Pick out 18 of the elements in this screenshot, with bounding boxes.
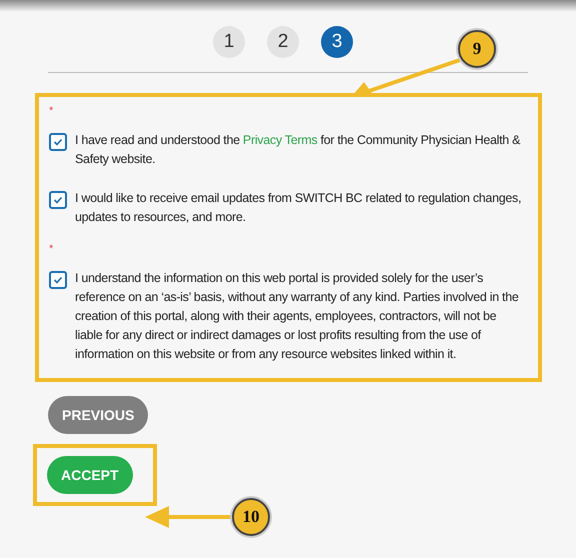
consent-text: I would like to receive email updates from SWITCH BC related to regulation changes, updates to resources, and more. <box>75 190 522 226</box>
previous-button[interactable]: PREVIOUS <box>48 396 148 434</box>
step-indicator[interactable]: 2 <box>267 26 299 58</box>
callout-badge: 10 <box>232 498 270 536</box>
checkbox[interactable] <box>49 133 67 151</box>
required-mark: * <box>49 105 54 117</box>
required-mark: * <box>49 243 54 255</box>
privacy-link[interactable]: Privacy Terms <box>242 133 318 147</box>
check-icon <box>53 137 63 147</box>
check-icon <box>53 275 63 285</box>
step-indicator[interactable]: 1 <box>213 26 245 58</box>
consent-text: I understand the information on this web portal is provided solely for the user’s reference on an ‘as-is’ basis, without any warranty of any kind. Parties involved in the creation of this portal, along with their agents, employees, contractors, will not be liable for any direct or indirect damages or lost profits resulting from the use of information on this website or from any resource websites linked within it. <box>75 270 520 363</box>
step-indicator[interactable]: 3 <box>321 26 353 58</box>
checkbox[interactable] <box>49 271 67 289</box>
check-icon <box>53 195 63 205</box>
consent-text: I have read and understood the Privacy Terms for the Community Physician Health & Safety website. <box>75 132 522 168</box>
checkbox[interactable] <box>49 191 67 209</box>
callout-badge: 9 <box>458 30 496 68</box>
